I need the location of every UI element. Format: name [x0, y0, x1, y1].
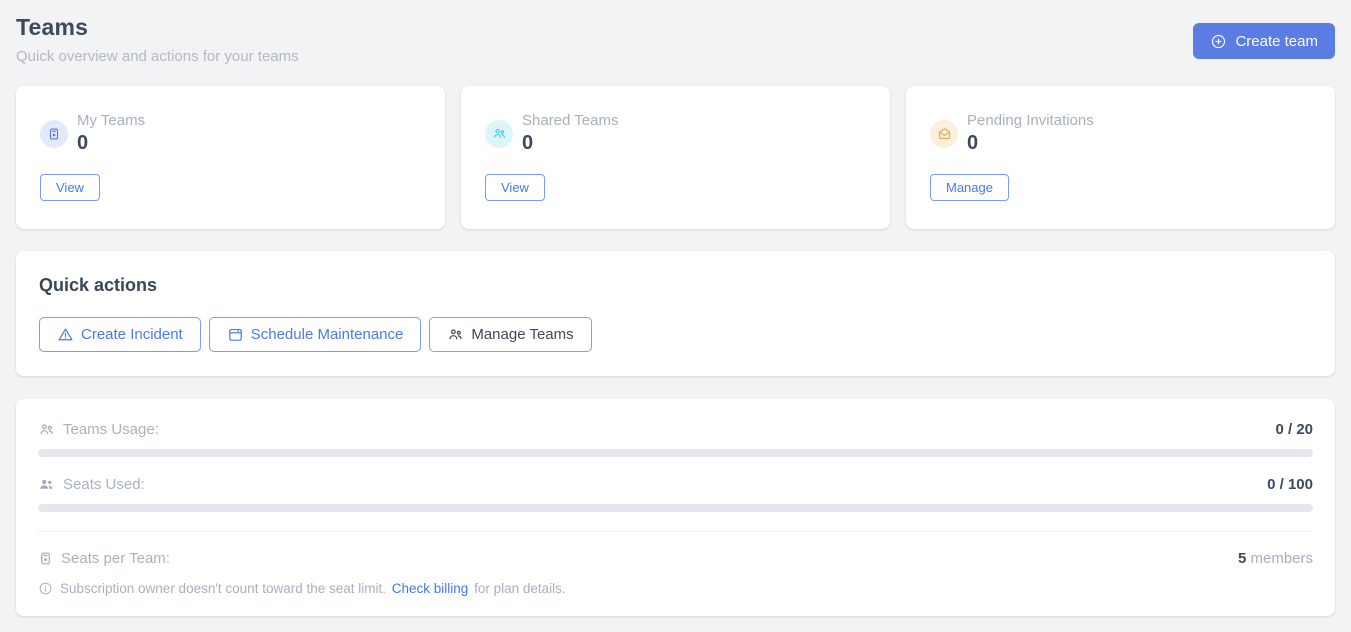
manage-teams-button[interactable]: Manage Teams — [429, 317, 591, 352]
id-badge-icon — [40, 120, 68, 148]
seats-used-label: Seats Used: — [63, 476, 145, 493]
page-header: Teams Quick overview and actions for you… — [16, 14, 1335, 65]
seats-per-team-suffix: members — [1250, 550, 1313, 567]
plus-circle-icon — [1210, 33, 1227, 50]
my-teams-card: My Teams 0 View — [16, 86, 445, 229]
seat-limit-note: Subscription owner doesn't count toward … — [38, 581, 1313, 596]
teams-usage-row: Teams Usage: 0 / 20 — [38, 421, 1313, 438]
teams-usage-left: Teams Usage: — [38, 421, 159, 438]
pending-invitations-texts: Pending Invitations 0 — [967, 112, 1094, 155]
create-incident-label: Create Incident — [81, 326, 183, 343]
warning-triangle-icon — [57, 326, 74, 343]
schedule-maintenance-button[interactable]: Schedule Maintenance — [209, 317, 422, 352]
seats-used-value: 0 / 100 — [1267, 476, 1313, 493]
shared-teams-label: Shared Teams — [522, 112, 618, 129]
quick-actions-card: Quick actions Create Incident Schedule M… — [16, 251, 1335, 376]
seats-per-team-number: 5 — [1238, 550, 1246, 567]
stat-cards-row: My Teams 0 View Shared Teams 0 View — [16, 86, 1335, 229]
create-team-button[interactable]: Create team — [1193, 23, 1335, 59]
seats-used-row: Seats Used: 0 / 100 — [38, 476, 1313, 493]
seats-used-left: Seats Used: — [38, 476, 145, 493]
page-title: Teams — [16, 14, 299, 41]
manage-teams-label: Manage Teams — [471, 326, 573, 343]
pending-invitations-card-top: Pending Invitations 0 — [930, 112, 1311, 155]
teams-usage-progressbar — [38, 449, 1313, 457]
shared-teams-count: 0 — [522, 132, 618, 155]
pending-invitations-label: Pending Invitations — [967, 112, 1094, 129]
teams-page: Teams Quick overview and actions for you… — [0, 0, 1351, 632]
quick-actions-buttons: Create Incident Schedule Maintenance Man… — [39, 317, 1312, 352]
create-incident-button[interactable]: Create Incident — [39, 317, 201, 352]
page-subtitle: Quick overview and actions for your team… — [16, 48, 299, 65]
seats-per-team-row: Seats per Team: 5 members — [38, 550, 1313, 567]
id-badge-icon — [38, 551, 53, 566]
my-teams-label: My Teams — [77, 112, 145, 129]
teams-usage-label: Teams Usage: — [63, 421, 159, 438]
pending-invitations-manage-button[interactable]: Manage — [930, 174, 1009, 201]
calendar-icon — [227, 326, 244, 343]
my-teams-card-top: My Teams 0 — [40, 112, 421, 155]
my-teams-view-button[interactable]: View — [40, 174, 100, 201]
mail-open-icon — [930, 120, 958, 148]
quick-actions-title: Quick actions — [39, 275, 1312, 296]
seats-per-team-value: 5 members — [1238, 550, 1313, 567]
usage-card: Teams Usage: 0 / 20 Seats Used: 0 / 100 — [16, 399, 1335, 616]
people-icon — [447, 326, 464, 343]
schedule-maintenance-label: Schedule Maintenance — [251, 326, 404, 343]
my-teams-texts: My Teams 0 — [77, 112, 145, 155]
seats-per-team-label: Seats per Team: — [61, 550, 170, 567]
usage-divider — [38, 531, 1313, 532]
shared-teams-card: Shared Teams 0 View — [461, 86, 890, 229]
shared-teams-card-top: Shared Teams 0 — [485, 112, 866, 155]
seat-limit-note-text: Subscription owner doesn't count toward … — [60, 581, 566, 596]
seats-used-progressbar — [38, 504, 1313, 512]
shared-teams-view-button[interactable]: View — [485, 174, 545, 201]
people-icon — [485, 120, 513, 148]
create-team-button-label: Create team — [1235, 33, 1318, 50]
pending-invitations-card: Pending Invitations 0 Manage — [906, 86, 1335, 229]
seats-per-team-left: Seats per Team: — [38, 550, 170, 567]
shared-teams-texts: Shared Teams 0 — [522, 112, 618, 155]
note-text-before: Subscription owner doesn't count toward … — [60, 581, 386, 596]
info-icon — [38, 581, 53, 596]
pending-invitations-count: 0 — [967, 132, 1094, 155]
check-billing-link[interactable]: Check billing — [392, 581, 469, 596]
my-teams-count: 0 — [77, 132, 145, 155]
people-filled-icon — [38, 476, 55, 493]
note-text-after: for plan details. — [474, 581, 566, 596]
teams-usage-value: 0 / 20 — [1275, 421, 1313, 438]
page-header-text: Teams Quick overview and actions for you… — [16, 14, 299, 65]
people-outline-icon — [38, 421, 55, 438]
